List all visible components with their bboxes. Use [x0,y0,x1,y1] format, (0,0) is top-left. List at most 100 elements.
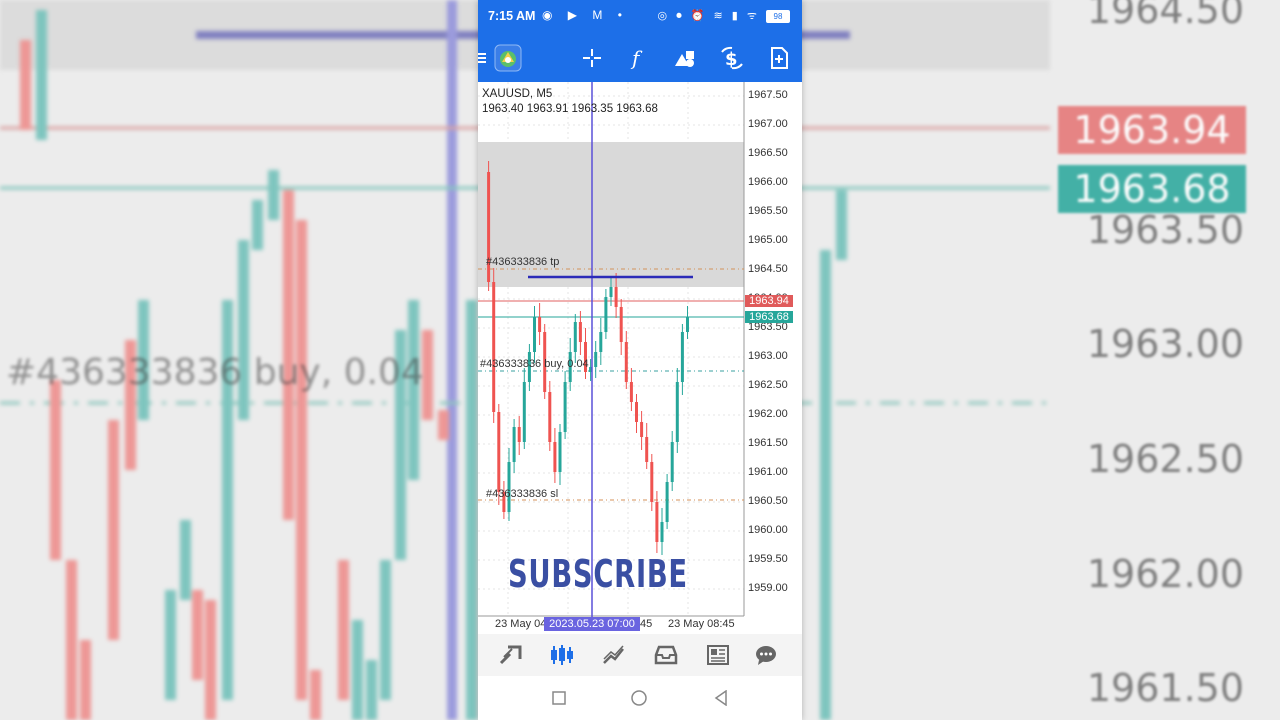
bg-candle [352,620,363,720]
trade-icon[interactable] [601,643,627,667]
buy-order-label[interactable]: #436333836 buy, 0.04 [480,358,589,370]
status-time: 7:15 AM [488,9,536,23]
candle-body [609,287,613,297]
objects-icon[interactable] [673,46,697,70]
crosshair-time-label: 2023.05.23 07:00 [544,617,640,631]
candle-body [604,297,608,332]
bg-candle [310,670,321,720]
candle-body [619,307,623,342]
bg-price-label: 1963.00 [1086,322,1244,366]
price-axis-label: 1959.00 [748,582,788,594]
price-axis-label: 1962.00 [748,408,788,420]
candle-body [553,442,557,472]
menu-icon[interactable] [478,46,488,70]
price-axis-label: 1966.00 [748,176,788,188]
bg-candle [66,560,77,720]
bg-order-label: #436333836 buy, 0.04 [6,352,424,393]
candle-body [635,402,638,422]
crosshair-icon[interactable] [580,46,604,70]
candle-body [686,317,689,332]
bg-candle [466,300,477,720]
candle-body [655,502,659,542]
indicators-icon[interactable]: f [626,46,650,70]
candle-body [680,332,684,382]
price-axis-label: 1965.50 [748,205,788,217]
candle-body [573,322,577,352]
candle-body [497,412,501,492]
back-icon[interactable] [714,690,728,706]
subscribe-overlay: SUBSCRIBE [508,552,688,596]
home-icon[interactable] [631,690,647,706]
price-axis-label: 1961.50 [748,437,788,449]
bid-price-tag: 1963.68 [745,311,793,323]
system-icons: ◎ ⏺ ⏰ ≋ ▮ ᯤ 98 [658,8,790,23]
candle-body [675,382,679,442]
bottom-navigation [478,634,802,676]
price-chart[interactable]: XAUUSD, M5 1963.40 1963.91 1963.35 1963.… [478,82,802,634]
candle-body [645,437,649,462]
new-order-icon[interactable] [767,46,791,70]
price-axis-label: 1960.00 [748,524,788,536]
chart-icon[interactable] [549,643,575,667]
bg-candle [205,600,216,720]
app-logo-icon[interactable] [494,44,522,72]
bg-candle [836,190,847,260]
bg-candle [80,640,91,720]
bg-candle [268,170,279,220]
price-axis-label: 1961.00 [748,466,788,478]
messages-icon[interactable] [753,643,779,667]
candle-body [629,382,633,402]
bg-candle [296,220,307,700]
bg-bid-badge: 1963.68 [1058,165,1246,213]
candle-body [665,482,669,522]
status-bar: 7:15 AM ◉ ▶ M • ◎ ⏺ ⏰ ≋ ▮ ᯤ 98 [478,0,802,33]
tp-order-label[interactable]: #436333836 tp [486,256,559,268]
quotes-icon[interactable] [498,643,524,667]
bg-candle [180,520,191,600]
candle-body [522,382,526,442]
bg-candle [165,590,176,700]
price-axis-label: 1966.50 [748,147,788,159]
candle-body [533,317,536,352]
candle-body [624,342,628,382]
candle-body [563,382,567,432]
bg-candle [108,420,119,640]
svg-text:$: $ [725,49,738,70]
price-axis-label: 1965.00 [748,234,788,246]
chart-toolbar: f $ [478,33,802,82]
price-axis-label: 1959.50 [748,553,788,565]
chart-symbol: XAUUSD, M5 [482,88,553,100]
timeframe-icon[interactable]: $ [720,46,744,70]
phone-screen: 7:15 AM ◉ ▶ M • ◎ ⏺ ⏰ ≋ ▮ ᯤ 98 f $ XAUUS… [478,0,802,720]
bg-candle [238,240,249,420]
price-axis-label: 1964.50 [748,263,788,275]
candle-body [548,392,552,442]
chart-ohlc: 1963.40 1963.91 1963.35 1963.68 [482,103,658,115]
bg-candle [820,250,831,720]
candle-body [558,432,562,472]
bg-candle [366,660,377,720]
candle-body [599,332,603,352]
price-axis-label: 1960.50 [748,495,788,507]
price-axis-label: 1963.00 [748,350,788,362]
sl-order-label[interactable]: #436333836 sl [486,488,558,500]
bg-price-label: 1962.00 [1086,552,1244,596]
candle-body [512,427,516,462]
bg-candle [338,560,349,700]
battery-icon: 98 [766,9,790,23]
price-axis-label: 1967.00 [748,118,788,130]
history-icon[interactable] [653,643,679,667]
candle-body [640,422,644,437]
recents-icon[interactable] [552,691,566,705]
bg-candle [380,560,391,700]
news-icon[interactable] [705,643,731,667]
bg-price-label: 1962.50 [1086,437,1244,481]
bg-candle [438,410,449,440]
candle-body [517,427,521,442]
candle-body [614,287,618,307]
bg-candle [192,590,203,680]
time-axis-label: 23 May 08:45 [668,618,735,630]
price-axis-label: 1967.50 [748,89,788,101]
time-axis-label: 45 [640,618,653,630]
time-axis-label: 23 May 04 [495,618,547,630]
